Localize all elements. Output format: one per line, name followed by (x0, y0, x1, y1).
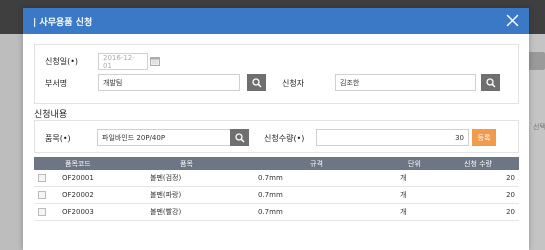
row-checkbox[interactable] (38, 174, 46, 182)
item-label: 품목(•) (45, 134, 71, 143)
item-name: 볼펜(검정) (150, 174, 182, 182)
header-item: 품목 (180, 159, 193, 168)
modal-header: | 사무용품 신청 (23, 8, 529, 34)
search-icon (234, 132, 245, 143)
item-spec: 0.7mm (258, 174, 283, 182)
item-code: OF20002 (62, 191, 94, 199)
item-spec: 0.7mm (258, 208, 283, 216)
background-button (527, 52, 545, 70)
item-quantity: 20 (506, 208, 515, 216)
item-unit: 개 (400, 208, 407, 216)
applicant-label: 신청자 (282, 79, 305, 88)
header-unit: 단위 (408, 159, 421, 168)
item-request-form: 품목(•) 파일바인드 20P/40P 신청수량(•) 30 등록 (34, 120, 519, 153)
header-spec: 규격 (310, 159, 323, 168)
row-checkbox[interactable] (38, 208, 46, 216)
dept-search-button[interactable] (247, 74, 266, 91)
section-title: 신청내용 (34, 110, 68, 120)
modal-title: | 사무용품 신청 (33, 17, 93, 28)
item-quantity: 20 (506, 191, 515, 199)
search-icon (485, 77, 496, 88)
office-supply-request-modal: | 사무용품 신청 신청일(•) 2016-12-01 부서명 개발팀 신청자 … (23, 8, 529, 250)
calendar-icon[interactable] (150, 56, 160, 66)
table-header: 품목코드 품목 규격 단위 신청 수량 (34, 157, 519, 170)
items-table: 품목코드 품목 규격 단위 신청 수량 OF20001 볼펜(검정) 0.7mm… (34, 157, 519, 221)
item-spec: 0.7mm (258, 191, 283, 199)
applicant-field[interactable]: 김조한 (335, 74, 476, 91)
item-name: 볼펜(빨강) (150, 208, 182, 216)
item-search-button[interactable] (230, 129, 249, 146)
applicant-search-button[interactable] (481, 74, 500, 91)
table-row[interactable]: OF20003 볼펜(빨강) 0.7mm 개 20 (34, 204, 519, 221)
item-field[interactable]: 파일바인드 20P/40P (97, 129, 233, 146)
quantity-field[interactable]: 30 (316, 129, 469, 146)
header-quantity: 신청 수량 (464, 159, 492, 168)
quantity-label: 신청수량(•) (264, 134, 305, 143)
register-button[interactable]: 등록 (472, 129, 496, 146)
background-sidebar (0, 34, 23, 250)
table-row[interactable]: OF20002 볼펜(파랑) 0.7mm 개 20 (34, 187, 519, 204)
item-code: OF20003 (62, 208, 94, 216)
table-row[interactable]: OF20001 볼펜(검정) 0.7mm 개 20 (34, 170, 519, 187)
dept-label: 부서명 (45, 79, 68, 88)
header-code: 품목코드 (65, 159, 91, 168)
request-info-form: 신청일(•) 2016-12-01 부서명 개발팀 신청자 김조한 (34, 44, 519, 104)
background-text: 선택 (533, 123, 545, 131)
date-label: 신청일(•) (45, 57, 79, 66)
item-code: OF20001 (62, 174, 94, 182)
request-date-field[interactable]: 2016-12-01 (98, 53, 148, 70)
dept-field[interactable]: 개발팀 (98, 74, 240, 91)
item-name: 볼펜(파랑) (150, 191, 182, 199)
item-unit: 개 (400, 174, 407, 182)
item-quantity: 20 (506, 174, 515, 182)
item-unit: 개 (400, 191, 407, 199)
close-icon[interactable] (506, 14, 519, 27)
search-icon (251, 77, 262, 88)
row-checkbox[interactable] (38, 191, 46, 199)
